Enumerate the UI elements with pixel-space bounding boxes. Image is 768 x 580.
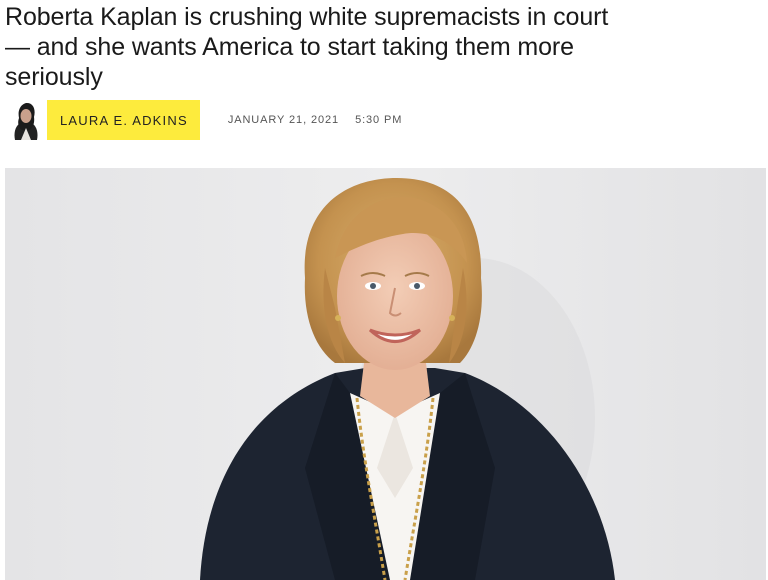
publish-time: 5:30 PM [355,114,403,126]
author-link[interactable]: LAURA E. ADKINS [5,100,200,140]
author-name: LAURA E. ADKINS [60,112,188,128]
hero-photo [5,168,766,580]
publish-date: JANUARY 21, 2021 [227,114,340,126]
byline: LAURA E. ADKINS JANUARY 21, 2021 5:30 PM [5,100,402,140]
publish-meta: JANUARY 21, 2021 5:30 PM [228,114,403,126]
article-headline: Roberta Kaplan is crushing white suprema… [5,3,609,91]
author-avatar [5,100,47,140]
